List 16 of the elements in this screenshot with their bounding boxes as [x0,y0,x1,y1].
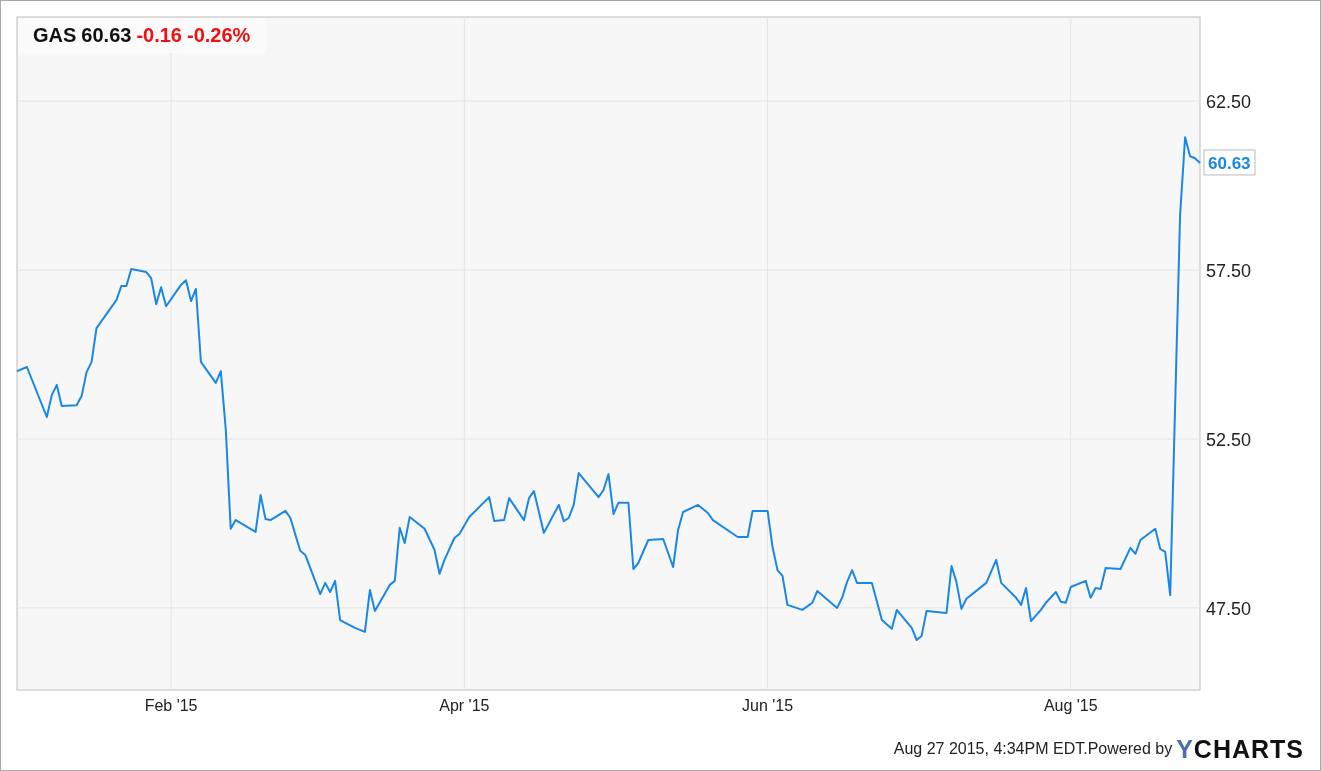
last-value-label: 60.63 [1203,149,1256,176]
powered-by-text: Powered by [1087,740,1173,758]
x-axis-label: Apr '15 [439,697,490,714]
ycharts-logo[interactable]: YCHARTS [1176,734,1304,764]
y-axis-label: 62.50 [1206,92,1252,113]
timestamp: Aug 27 2015, 4:34PM EDT. [893,740,1088,758]
y-axis-label: 57.50 [1206,261,1252,282]
y-axis-label: 52.50 [1206,430,1252,450]
y-axis-label: 47.50 [1206,598,1252,619]
price: 60.63 [81,24,132,47]
ticker-symbol: GAS [33,24,77,47]
x-axis-label: Feb '15 [144,697,198,714]
x-axis-label: Jun '15 [742,697,794,714]
percent-change: -0.26% [187,24,251,47]
x-axis-label: Aug '15 [1043,697,1098,714]
price-change: -0.16 [136,24,182,47]
